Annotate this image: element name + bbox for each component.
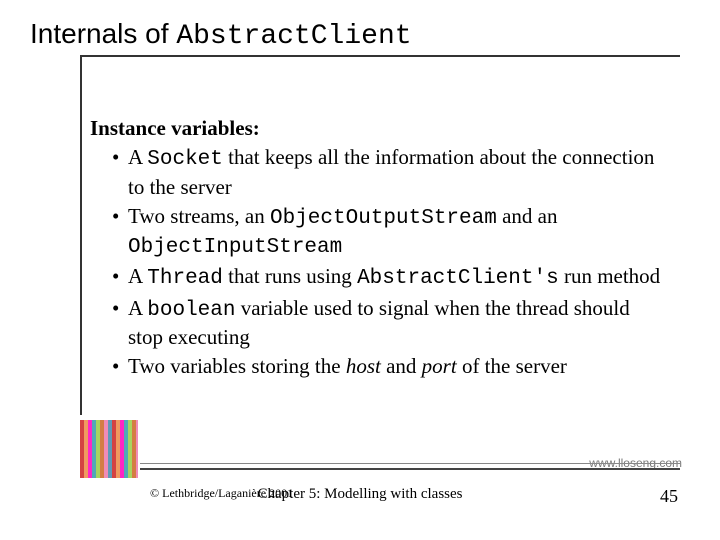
slide-title: Internals of AbstractClient: [30, 18, 412, 52]
code: ObjectOutputStream: [270, 207, 497, 230]
text: Two streams, an: [128, 204, 270, 228]
title-mono: AbstractClient: [176, 21, 411, 52]
footer-divider: [140, 468, 680, 470]
text: Two variables storing the: [128, 354, 346, 378]
text: run method: [559, 264, 660, 288]
text: and an: [497, 204, 558, 228]
em: port: [422, 354, 457, 378]
list-item: A Thread that runs using AbstractClient'…: [112, 263, 665, 292]
text: and: [381, 354, 422, 378]
chapter-label: Chapter 5: Modelling with classes: [258, 486, 463, 503]
page-number: 45: [660, 486, 678, 507]
decorative-stripe-icon: [80, 420, 138, 478]
instance-vars-heading: Instance variables:: [90, 115, 665, 142]
code: ObjectInputStream: [128, 236, 342, 259]
text: of the server: [457, 354, 567, 378]
code: Thread: [147, 267, 223, 290]
code: Socket: [147, 148, 223, 171]
footer: © Lethbridge/Laganière 2001 Chapter 5: M…: [0, 486, 720, 516]
text: A: [128, 145, 147, 169]
side-divider: [80, 55, 82, 415]
code: boolean: [147, 299, 235, 322]
text: A: [128, 296, 147, 320]
title-prefix: Internals of: [30, 18, 176, 49]
code: AbstractClient's: [357, 267, 559, 290]
top-divider: [80, 55, 680, 57]
content-block: Instance variables: A Socket that keeps …: [90, 115, 665, 383]
list-item: Two variables storing the host and port …: [112, 353, 665, 380]
list-item: A boolean variable used to signal when t…: [112, 295, 665, 352]
em: host: [346, 354, 381, 378]
list-item: Two streams, an ObjectOutputStream and a…: [112, 203, 665, 262]
text: A: [128, 264, 147, 288]
instance-vars-list: A Socket that keeps all the information …: [112, 144, 665, 380]
text: that runs using: [223, 264, 357, 288]
list-item: A Socket that keeps all the information …: [112, 144, 665, 201]
